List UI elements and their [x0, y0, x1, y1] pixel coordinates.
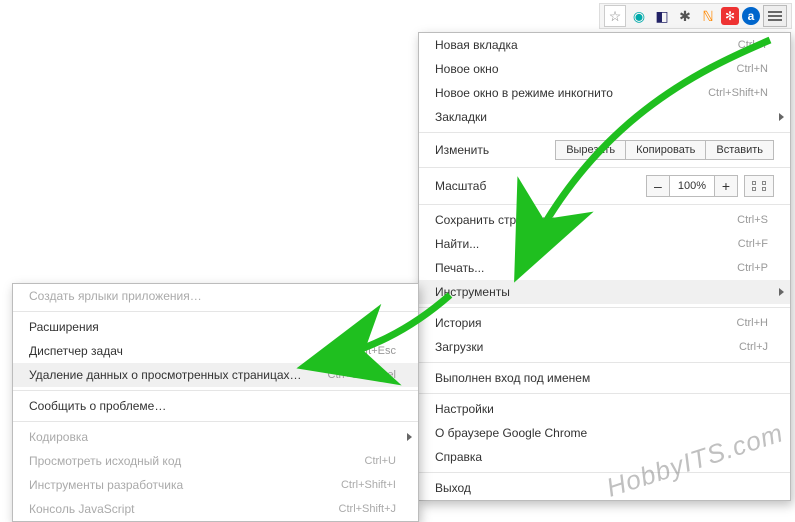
- menu-downloads[interactable]: ЗагрузкиCtrl+J: [419, 335, 790, 359]
- fullscreen-icon: [752, 181, 766, 191]
- edit-label: Изменить: [435, 143, 527, 157]
- separator: [13, 390, 418, 391]
- hamburger-icon: [768, 15, 782, 17]
- submenu-view-source[interactable]: Просмотреть исходный кодCtrl+U: [13, 449, 418, 473]
- separator: [419, 204, 790, 205]
- extension-a-icon[interactable]: a: [742, 7, 760, 25]
- separator: [419, 362, 790, 363]
- menu-save-page[interactable]: Сохранить страницу как...Ctrl+S: [419, 208, 790, 232]
- submenu-dev-tools[interactable]: Инструменты разработчикаCtrl+Shift+I: [13, 473, 418, 497]
- separator: [419, 132, 790, 133]
- extension-bug-icon[interactable]: ✱: [675, 6, 695, 26]
- separator: [13, 311, 418, 312]
- browser-toolbar: ☆ ◉ ◧ ✱ ℕ ✻ a: [599, 3, 792, 29]
- separator: [419, 307, 790, 308]
- fullscreen-button[interactable]: [744, 175, 774, 197]
- zoom-value: 100%: [669, 175, 715, 197]
- chevron-right-icon: [779, 113, 784, 121]
- menu-new-tab[interactable]: Новая вкладкаCtrl+T: [419, 33, 790, 57]
- submenu-extensions[interactable]: Расширения: [13, 315, 418, 339]
- menu-new-window[interactable]: Новое окноCtrl+N: [419, 57, 790, 81]
- menu-incognito[interactable]: Новое окно в режиме инкогнитоCtrl+Shift+…: [419, 81, 790, 105]
- cut-button[interactable]: Вырезать: [555, 140, 626, 160]
- zoom-out-button[interactable]: –: [646, 175, 670, 197]
- tools-submenu: Создать ярлыки приложения… Расширения Ди…: [12, 283, 419, 522]
- submenu-js-console[interactable]: Консоль JavaScriptCtrl+Shift+J: [13, 497, 418, 521]
- submenu-encoding[interactable]: Кодировка: [13, 425, 418, 449]
- chevron-right-icon: [779, 288, 784, 296]
- separator: [419, 167, 790, 168]
- separator: [13, 421, 418, 422]
- menu-signed-in[interactable]: Выполнен вход под именем: [419, 366, 790, 390]
- submenu-task-manager[interactable]: Диспетчер задачShift+Esc: [13, 339, 418, 363]
- extension-eye-icon[interactable]: ◉: [629, 6, 649, 26]
- menu-tools[interactable]: Инструменты: [419, 280, 790, 304]
- menu-history[interactable]: ИсторияCtrl+H: [419, 311, 790, 335]
- menu-find[interactable]: Найти...Ctrl+F: [419, 232, 790, 256]
- menu-zoom-row: Масштаб – 100% +: [419, 171, 790, 201]
- extension-red-icon[interactable]: ✻: [721, 7, 739, 25]
- zoom-in-button[interactable]: +: [714, 175, 738, 197]
- chevron-right-icon: [407, 433, 412, 441]
- bookmark-star-icon[interactable]: ☆: [604, 5, 626, 27]
- menu-button[interactable]: [763, 5, 787, 27]
- zoom-label: Масштаб: [435, 179, 527, 193]
- menu-settings[interactable]: Настройки: [419, 397, 790, 421]
- paste-button[interactable]: Вставить: [705, 140, 774, 160]
- extension-shield-icon[interactable]: ◧: [652, 6, 672, 26]
- copy-button[interactable]: Копировать: [625, 140, 706, 160]
- menu-edit-row: Изменить Вырезать Копировать Вставить: [419, 136, 790, 164]
- submenu-clear-browsing-data[interactable]: Удаление данных о просмотренных страница…: [13, 363, 418, 387]
- menu-bookmarks[interactable]: Закладки: [419, 105, 790, 129]
- submenu-report-issue[interactable]: Сообщить о проблеме…: [13, 394, 418, 418]
- extension-rss-icon[interactable]: ℕ: [698, 6, 718, 26]
- submenu-create-shortcuts: Создать ярлыки приложения…: [13, 284, 418, 308]
- separator: [419, 393, 790, 394]
- menu-print[interactable]: Печать...Ctrl+P: [419, 256, 790, 280]
